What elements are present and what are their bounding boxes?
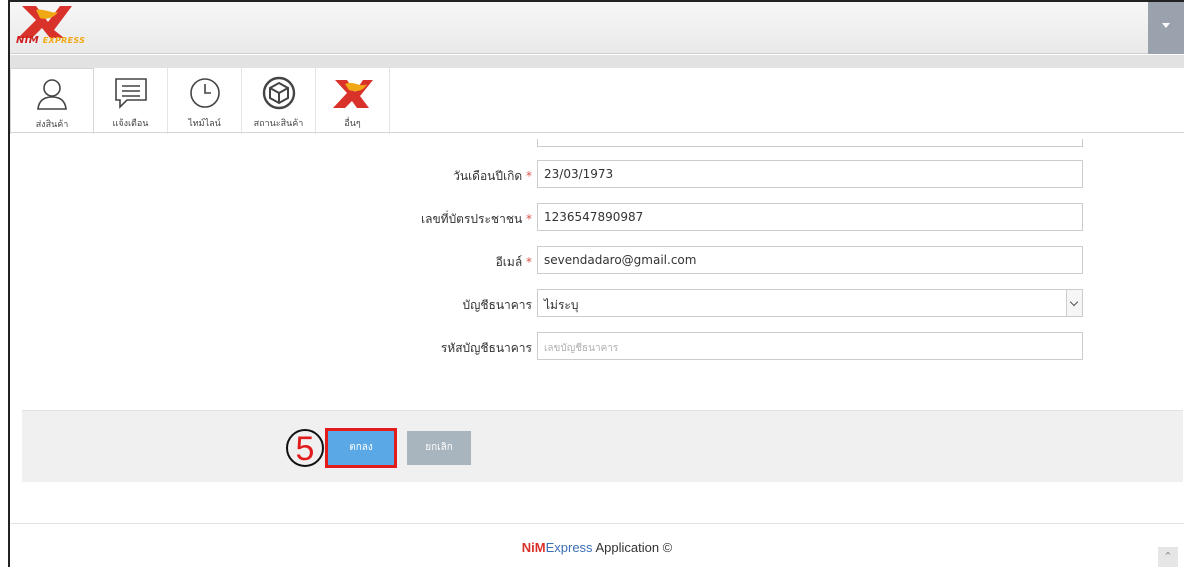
nav-item-send[interactable]: ส่งสินค้า [10, 68, 94, 134]
nim-logo-icon [332, 80, 373, 108]
chevron-down-icon[interactable] [1066, 290, 1082, 316]
bank-account-input[interactable]: เลขบัญชีธนาคาร [537, 332, 1083, 360]
cancel-button[interactable]: ยกเลิก [407, 431, 471, 465]
footer-divider [10, 523, 1184, 524]
message-icon [114, 78, 147, 109]
package-status-icon [262, 76, 295, 110]
clock-icon [189, 78, 220, 108]
id-card-input[interactable]: 1236547890987 [537, 203, 1083, 231]
nav-item-parcel-status[interactable]: สถานะสินค้า [242, 68, 316, 134]
nav-label: สถานะสินค้า [253, 119, 304, 129]
logo-mark-icon [18, 6, 72, 38]
bank-label: บัญชีธนาคาร [462, 298, 532, 312]
bank-account-row: รหัสบัญชีธนาคาร เลขบัญชีธนาคาร [10, 332, 1184, 360]
previous-field-edge [537, 139, 1083, 147]
birthdate-input[interactable]: 23/03/1973 [537, 160, 1083, 188]
nav-item-timeline[interactable]: ไทม์ไลน์ [168, 68, 242, 134]
nim-express-logo[interactable]: NIM EXPRESS [14, 4, 114, 50]
nav-item-notifications[interactable]: แจ้งเตือน [94, 68, 168, 134]
nav-label: แจ้งเตือน [112, 119, 149, 129]
sub-header-bar [10, 55, 1184, 68]
id-card-label: เลขที่บัตรประชาชน * [421, 212, 532, 226]
footer-text: NiMExpress Application © [521, 540, 673, 555]
nav-divider [10, 132, 1184, 133]
bank-account-label: รหัสบัญชีธนาคาร [440, 341, 532, 355]
nav-item-more[interactable]: อื่นๆ [316, 68, 390, 134]
birthdate-label: วันเดือนปีเกิด * [453, 169, 532, 183]
email-row: อีเมล์ * sevendadaro@gmail.com [10, 246, 1184, 274]
app-frame: NIM EXPRESS ส่งสินค้า แจ้งเตือน ไทม์ไลน์… [8, 0, 1184, 567]
user-icon [37, 79, 67, 110]
bank-select-value: ไม่ระบุ [544, 298, 579, 312]
icon-nav: ส่งสินค้า แจ้งเตือน ไทม์ไลน์ สถานะสินค้า… [10, 68, 390, 134]
id-card-row: เลขที่บัตรประชาชน * 1236547890987 [10, 203, 1184, 231]
action-panel: 5 ตกลง ยกเลิก [22, 410, 1183, 482]
birthdate-row: วันเดือนปีเกิด * 23/03/1973 [10, 160, 1184, 188]
nav-label: ส่งสินค้า [35, 120, 69, 130]
bank-select[interactable]: ไม่ระบุ [537, 289, 1083, 317]
nav-label: ไทม์ไลน์ [188, 119, 221, 129]
brand-text: NIM EXPRESS [16, 35, 86, 46]
bank-row: บัญชีธนาคาร ไม่ระบุ [10, 289, 1184, 317]
step-annotation: 5 [286, 429, 324, 467]
nav-label: อื่นๆ [344, 119, 361, 129]
user-menu-dropdown-button[interactable] [1148, 2, 1184, 54]
scroll-to-top-button[interactable]: ⌃ [1158, 547, 1178, 567]
email-label: อีเมล์ * [495, 255, 532, 269]
email-input[interactable]: sevendadaro@gmail.com [537, 246, 1083, 274]
header-bar: NIM EXPRESS [10, 2, 1184, 54]
ok-button[interactable]: ตกลง [325, 428, 397, 468]
